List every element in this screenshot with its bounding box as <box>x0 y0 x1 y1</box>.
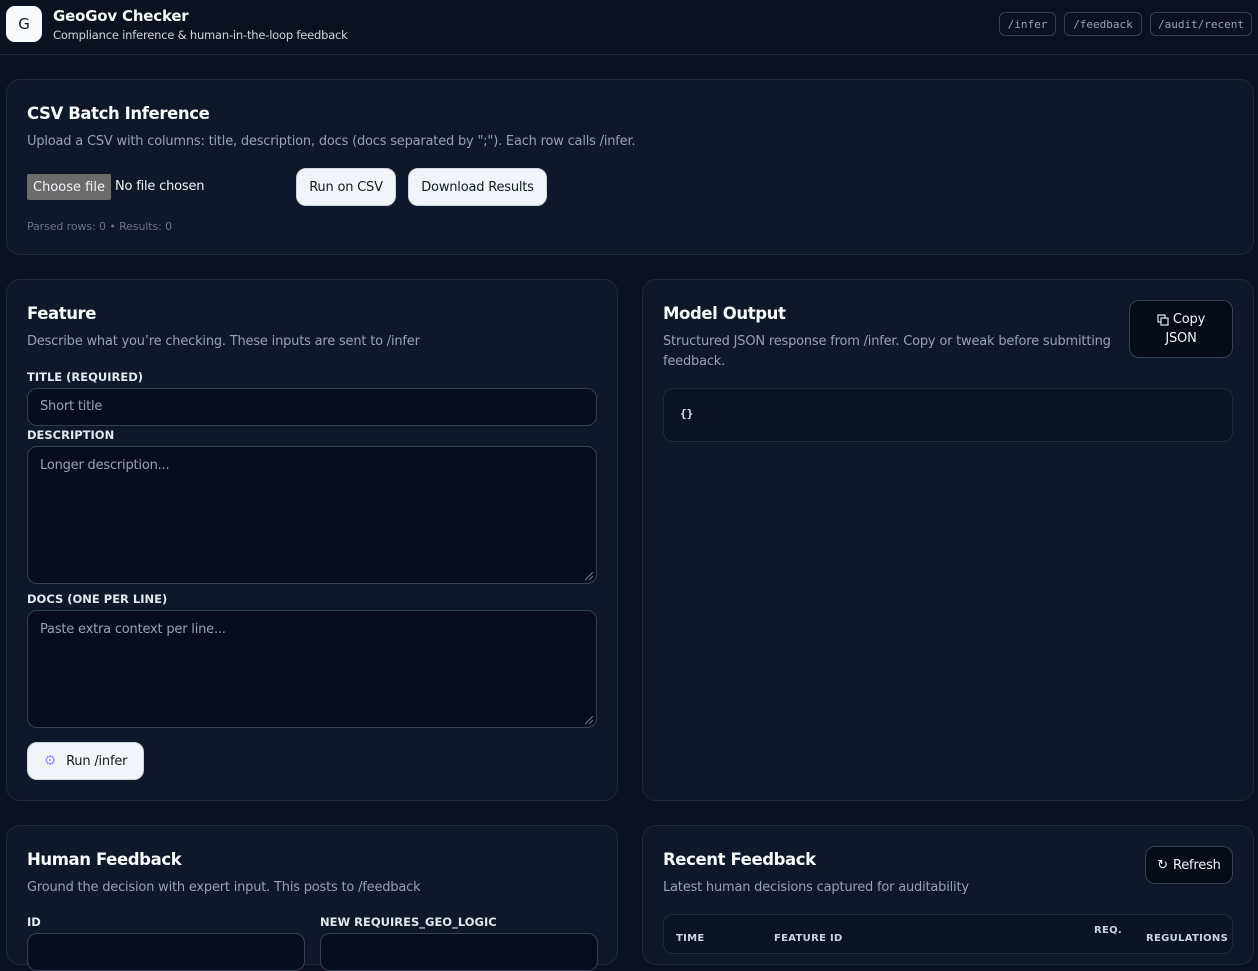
recent-feedback-title: Recent Feedback <box>663 850 816 869</box>
title-field-label: TITLE (REQUIRED) <box>27 370 144 384</box>
feature-card-description: Describe what you’re checking. These inp… <box>27 334 420 349</box>
run-infer-label: Run /infer <box>66 753 128 769</box>
resize-handle-icon[interactable] <box>585 716 593 724</box>
choose-file-button[interactable]: Choose file <box>27 174 111 200</box>
csv-parse-status: Parsed rows: 0 • Results: 0 <box>27 220 173 233</box>
geo-logic-field-label: NEW REQUIRES_GEO_LOGIC <box>320 915 497 929</box>
endpoint-pill-infer: /infer <box>999 12 1056 36</box>
file-status-label: No file chosen <box>115 179 205 194</box>
title-input[interactable]: Short title <box>27 388 597 426</box>
endpoint-pill-feedback: /feedback <box>1064 12 1142 36</box>
csv-card-title: CSV Batch Inference <box>27 104 210 123</box>
docs-field-label: DOCS (ONE PER LINE) <box>27 592 168 606</box>
description-field-label: DESCRIPTION <box>27 428 115 442</box>
copy-label: Copy <box>1172 312 1206 327</box>
refresh-icon: ↻ <box>1157 857 1168 873</box>
column-header-req: REQ. <box>1094 925 1123 936</box>
human-feedback-title: Human Feedback <box>27 850 182 869</box>
download-results-label: Download Results <box>421 179 534 195</box>
docs-textarea[interactable]: Paste extra context per line... <box>27 610 597 728</box>
id-input[interactable] <box>27 933 305 971</box>
run-on-csv-button[interactable]: Run on CSV <box>296 168 396 206</box>
json-output-text: {} <box>680 407 694 420</box>
resize-handle-icon[interactable] <box>585 572 593 580</box>
app-title: GeoGov Checker <box>53 7 189 25</box>
column-header-regulations: REGULATIONS <box>1146 933 1229 944</box>
recent-feedback-table: TIME FEATURE ID REQ. REGULATIONS <box>663 914 1233 954</box>
id-field-label: ID <box>27 915 41 929</box>
description-textarea[interactable]: Longer description... <box>27 446 597 584</box>
top-bar: G GeoGov Checker Compliance inference & … <box>0 0 1258 55</box>
model-output-title: Model Output <box>663 304 786 323</box>
docs-textarea-placeholder: Paste extra context per line... <box>40 622 226 637</box>
model-output-description: Structured JSON response from /infer. Co… <box>663 334 1111 369</box>
json-output-box[interactable]: {} <box>663 388 1233 442</box>
run-on-csv-label: Run on CSV <box>309 179 383 195</box>
refresh-label: Refresh <box>1173 857 1221 873</box>
refresh-button[interactable]: ↻ Refresh <box>1145 846 1233 884</box>
copy-json-line1: Copy <box>1157 310 1205 329</box>
run-infer-button[interactable]: ⚙ Run /infer <box>27 742 144 780</box>
download-results-button[interactable]: Download Results <box>408 168 547 206</box>
gear-icon: ⚙ <box>43 753 57 769</box>
csv-card-description: Upload a CSV with columns: title, descri… <box>27 134 636 149</box>
endpoint-pill-audit: /audit/recent <box>1150 12 1252 36</box>
copy-icon <box>1157 313 1169 326</box>
geo-logic-select[interactable] <box>320 933 598 971</box>
copy-json-button[interactable]: Copy JSON <box>1129 300 1233 358</box>
column-header-feature-id: FEATURE ID <box>774 933 843 944</box>
description-textarea-placeholder: Longer description... <box>40 458 170 473</box>
feature-card-title: Feature <box>27 304 97 323</box>
recent-feedback-description: Latest human decisions captured for audi… <box>663 880 969 895</box>
json-label: JSON <box>1165 331 1197 346</box>
title-input-placeholder: Short title <box>40 399 103 414</box>
app-logo: G <box>6 6 42 42</box>
app-subtitle: Compliance inference & human-in-the-loop… <box>53 28 348 42</box>
human-feedback-description: Ground the decision with expert input. T… <box>27 880 421 895</box>
column-header-time: TIME <box>676 933 705 944</box>
